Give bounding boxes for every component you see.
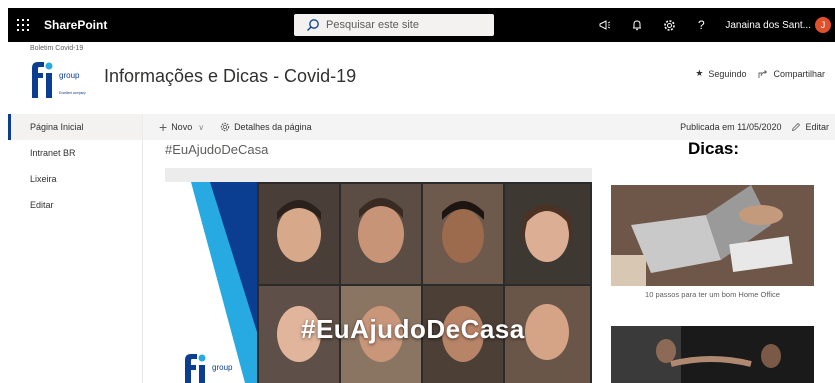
- breadcrumb[interactable]: Boletim Covid-19: [30, 45, 83, 52]
- megaphone-icon[interactable]: [589, 8, 621, 42]
- hero-hashtag: #EuAjudoDeCasa: [301, 314, 525, 344]
- help-icon[interactable]: ?: [685, 8, 717, 42]
- logo-tagline: Excellent company: [59, 91, 86, 95]
- avatar[interactable]: J: [815, 17, 831, 33]
- search-placeholder: Pesquisar este site: [326, 19, 419, 31]
- settings-icon: [220, 122, 230, 132]
- logo-word: group: [59, 71, 80, 80]
- published-status: Publicada em 11/05/2020: [680, 122, 782, 132]
- app-name[interactable]: SharePoint: [44, 18, 107, 32]
- site-logo[interactable]: group Excellent company: [28, 56, 98, 100]
- nav-item-label: Editar: [30, 200, 54, 210]
- command-bar: + Novo ∨ Detalhes da página Publicada em…: [143, 114, 835, 140]
- search-icon: [307, 19, 319, 31]
- edit-button[interactable]: Editar: [791, 122, 829, 132]
- section-title: #EuAjudoDeCasa: [165, 142, 269, 157]
- share-icon: [759, 69, 768, 78]
- edit-label: Editar: [805, 122, 829, 132]
- hero-logo-word: group: [212, 363, 233, 372]
- tips-title: Dicas:: [688, 139, 740, 158]
- new-label: Novo: [171, 122, 193, 132]
- share-label: Compartilhar: [773, 68, 825, 79]
- follow-button[interactable]: ★ Seguindo: [695, 68, 746, 79]
- nav-item-label: Intranet BR: [30, 148, 76, 158]
- share-button[interactable]: Compartilhar: [758, 69, 825, 79]
- tip1-caption[interactable]: 10 passos para ter um bom Home Office: [611, 290, 814, 299]
- user-name[interactable]: Janaina dos Sant...: [725, 20, 811, 31]
- gear-icon[interactable]: [653, 8, 685, 42]
- hero-logo: group: [185, 354, 233, 383]
- hero-image[interactable]: #EuAjudoDeCasa group: [165, 168, 592, 383]
- main-content: #EuAjudoDeCasa #EuAjudoDeCasa group Dica…: [143, 139, 835, 383]
- nav-item-pagina-inicial[interactable]: Página Inicial: [8, 114, 142, 140]
- suite-bar: SharePoint Pesquisar este site ? Janaina…: [8, 8, 835, 42]
- waffle-icon[interactable]: [8, 8, 38, 42]
- star-icon: ★: [695, 68, 704, 78]
- nav-item-editar[interactable]: Editar: [8, 192, 142, 218]
- page-title: Informações e Dicas - Covid-19: [104, 66, 357, 86]
- nav-item-lixeira[interactable]: Lixeira: [8, 166, 142, 192]
- search-input[interactable]: Pesquisar este site: [294, 14, 494, 36]
- page-details-label: Detalhes da página: [234, 122, 312, 132]
- plus-icon: +: [159, 119, 168, 135]
- chevron-down-icon: ∨: [198, 122, 205, 132]
- tip2-image[interactable]: [611, 326, 814, 383]
- nav-item-label: Página Inicial: [30, 122, 84, 132]
- tip1-image[interactable]: [611, 185, 814, 286]
- nav-item-label: Lixeira: [30, 174, 57, 184]
- nav-item-intranet-br[interactable]: Intranet BR: [8, 140, 142, 166]
- left-nav: Página Inicial Intranet BR Lixeira Edita…: [8, 114, 143, 383]
- new-button[interactable]: + Novo ∨: [159, 120, 204, 134]
- bell-icon[interactable]: [621, 8, 653, 42]
- follow-label: Seguindo: [708, 68, 747, 79]
- pencil-icon: [792, 122, 801, 132]
- page-details-button[interactable]: Detalhes da página: [220, 122, 312, 132]
- site-header: Boletim Covid-19 group Excellent company…: [8, 42, 835, 114]
